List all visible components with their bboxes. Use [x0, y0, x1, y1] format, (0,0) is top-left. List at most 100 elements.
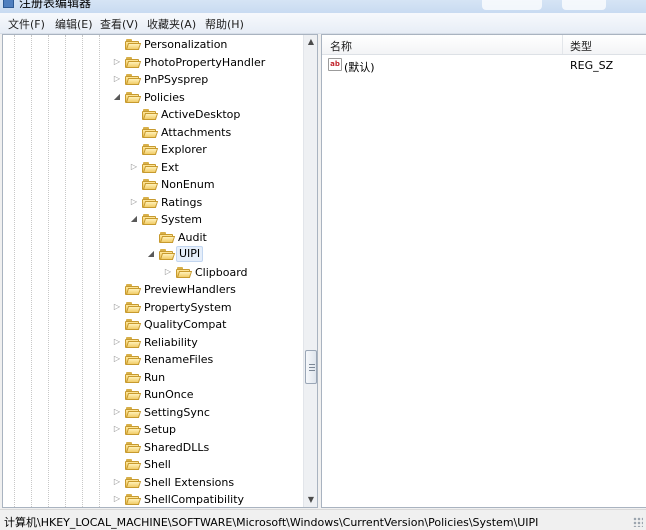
tree-node-attachments[interactable]: Attachments: [3, 124, 303, 141]
folder-icon: [142, 214, 159, 225]
folder-icon: [125, 389, 142, 400]
menu-view[interactable]: 查看(V): [100, 16, 138, 32]
tree-node-label: Run: [144, 370, 166, 384]
collapsed-arrow-icon[interactable]: ▷: [163, 266, 173, 278]
menu-bar: 文件(F) 编辑(E) 查看(V) 收藏夹(A) 帮助(H): [0, 13, 646, 34]
tree-node-renamefiles[interactable]: ▷ RenameFiles: [3, 351, 303, 368]
registry-value-list[interactable]: 名称 类型 ab (默认) REG_SZ: [321, 34, 646, 508]
collapsed-arrow-icon[interactable]: ▷: [129, 196, 139, 208]
tree-node-label: Clipboard: [195, 265, 248, 279]
collapsed-arrow-icon[interactable]: ▷: [112, 301, 122, 313]
regedit-app-icon: [3, 0, 14, 8]
scroll-thumb[interactable]: [305, 350, 317, 384]
collapsed-arrow-icon[interactable]: ▷: [112, 476, 122, 488]
expanded-arrow-icon[interactable]: ◢: [146, 248, 156, 260]
folder-icon: [125, 301, 142, 313]
collapsed-arrow-icon[interactable]: ▷: [112, 423, 122, 435]
collapsed-arrow-icon[interactable]: ▷: [112, 406, 122, 418]
folder-icon: [125, 56, 142, 68]
collapsed-arrow-icon[interactable]: ▷: [129, 161, 139, 173]
tree-node-label: RenameFiles: [144, 353, 214, 366]
expanded-arrow-icon[interactable]: ◢: [112, 91, 122, 103]
column-divider[interactable]: [562, 35, 563, 54]
folder-icon: [176, 266, 193, 278]
tree-node-label: PhotoPropertyHandler: [144, 55, 266, 69]
tree-node-policies[interactable]: ◢ Policies: [3, 89, 303, 106]
tree-node-label: Personalization: [144, 38, 228, 51]
tree-node-pnpsysprep[interactable]: ▷ PnPSysprep: [3, 71, 303, 88]
scroll-grip-icon: [309, 367, 315, 368]
tree-node-shellcompatibility[interactable]: ▷ ShellCompatibility: [3, 491, 303, 507]
collapsed-arrow-icon[interactable]: ▷: [112, 493, 122, 505]
tree-node-runonce[interactable]: RunOnce: [3, 386, 303, 403]
tree-node-system[interactable]: ◢ System: [3, 211, 303, 228]
tree-node-shareddlls[interactable]: SharedDLLs: [3, 439, 303, 456]
tree-node-label: SharedDLLs: [144, 440, 210, 454]
registry-key-tree[interactable]: Personalization ▷ PhotoPropertyHandler ▷ PnP…: [2, 34, 318, 508]
folder-icon: [125, 476, 142, 488]
string-value-icon: ab: [328, 58, 342, 71]
folder-icon: [125, 371, 142, 383]
value-row[interactable]: ab (默认) REG_SZ: [322, 56, 646, 74]
tree-node-uipi[interactable]: ◢ UIPI: [3, 246, 303, 263]
scroll-down-arrow-icon[interactable]: ▼: [304, 493, 317, 507]
scroll-grip-icon: [309, 364, 315, 365]
menu-edit[interactable]: 编辑(E): [55, 16, 93, 32]
tree-node-clipboard[interactable]: ▷ Clipboard: [3, 264, 303, 281]
expanded-arrow-icon[interactable]: ◢: [129, 213, 139, 225]
menu-favorites[interactable]: 收藏夹(A): [147, 16, 196, 32]
tree-node-label: System: [161, 213, 203, 226]
tree-node-label: Shell Extensions: [144, 475, 235, 489]
tree-node-settingsync[interactable]: ▷ SettingSync: [3, 404, 303, 421]
menu-help[interactable]: 帮助(H): [205, 16, 244, 32]
tree-node-label: Ext: [161, 160, 179, 174]
tree-node-nonenum[interactable]: NonEnum: [3, 176, 303, 193]
scroll-grip-icon: [309, 370, 315, 371]
tree-node-previewhandlers[interactable]: PreviewHandlers: [3, 281, 303, 298]
tree-node-explorer[interactable]: Explorer: [3, 141, 303, 158]
tree-node-label: PnPSysprep: [144, 73, 209, 86]
tree-node-ratings[interactable]: ▷ Ratings: [3, 194, 303, 211]
tree-node-run[interactable]: Run: [3, 369, 303, 386]
folder-icon: [125, 354, 142, 365]
collapsed-arrow-icon[interactable]: ▷: [112, 353, 122, 365]
tree-node-shell-extensions[interactable]: ▷ Shell Extensions: [3, 474, 303, 491]
tree-node-setup[interactable]: ▷ Setup: [3, 421, 303, 438]
collapsed-arrow-icon[interactable]: ▷: [112, 56, 122, 68]
collapsed-arrow-icon[interactable]: ▷: [112, 73, 122, 85]
folder-icon: [142, 179, 159, 190]
window-title: 注册表编辑器: [19, 0, 92, 10]
collapsed-arrow-icon[interactable]: ▷: [112, 336, 122, 348]
tree-node-shell[interactable]: Shell: [3, 456, 303, 473]
scroll-up-arrow-icon[interactable]: ▲: [304, 35, 317, 49]
folder-icon: [125, 91, 142, 103]
folder-icon: [125, 406, 142, 418]
tree-node-label: ShellCompatibility: [144, 493, 245, 506]
tree-node-label: Audit: [178, 230, 207, 244]
column-header-type[interactable]: 类型: [570, 38, 592, 54]
tree-node-qualitycompat[interactable]: QualityCompat: [3, 316, 303, 333]
folder-icon: [125, 441, 142, 453]
tree-node-label: Explorer: [161, 143, 207, 156]
folder-icon: [125, 74, 142, 85]
tree-node-propertysystem[interactable]: ▷ PropertySystem: [3, 299, 303, 316]
value-name: (默认): [344, 61, 375, 74]
resize-grip-icon[interactable]: [633, 517, 643, 527]
tree-node-ext[interactable]: ▷ Ext: [3, 159, 303, 176]
folder-icon: [125, 319, 142, 330]
menu-file[interactable]: 文件(F): [8, 16, 45, 32]
tree-node-photopropertyhandler[interactable]: ▷ PhotoPropertyHandler: [3, 54, 303, 71]
folder-icon: [159, 249, 176, 260]
tree-node-activedesktop[interactable]: ActiveDesktop: [3, 106, 303, 123]
folder-icon: [125, 284, 142, 295]
tree-node-personalization[interactable]: Personalization: [3, 36, 303, 53]
tree-node-label: RunOnce: [144, 388, 194, 401]
tree-node-audit[interactable]: Audit: [3, 229, 303, 246]
tree-node-label: PropertySystem: [144, 300, 232, 314]
folder-icon: [142, 161, 159, 173]
string-value-icon-text: ab: [330, 60, 340, 68]
tree-node-reliability[interactable]: ▷ Reliability: [3, 334, 303, 351]
tree-vertical-scrollbar[interactable]: ▲ ▼: [303, 35, 317, 507]
column-header-name[interactable]: 名称: [330, 38, 352, 54]
tree-node-label: Setup: [144, 423, 177, 436]
